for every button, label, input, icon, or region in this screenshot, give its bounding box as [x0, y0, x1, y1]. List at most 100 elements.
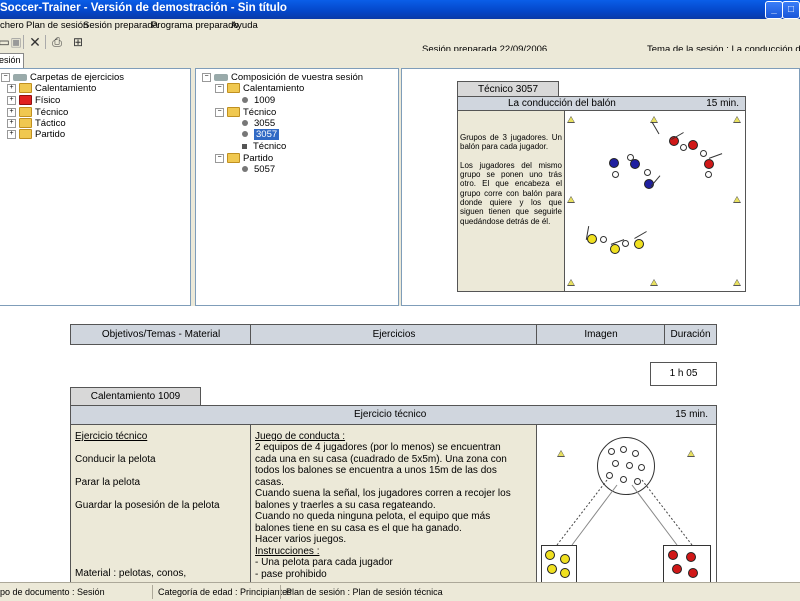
col-header-image[interactable]: Imagen — [536, 324, 666, 345]
preview-card-title: La conducción del balón — [508, 98, 616, 109]
menu-sesion-preparada[interactable]: Sesión preparada — [83, 20, 158, 31]
cone-icon — [733, 116, 741, 123]
status-age-category: Categoría de edad : Principiantes — [158, 587, 292, 597]
ball-icon — [680, 144, 687, 151]
folder-icon — [19, 107, 32, 118]
status-separator — [152, 585, 153, 599]
player-stick — [708, 153, 723, 159]
properties-icon[interactable]: ⊞ — [70, 34, 86, 50]
col-header-exercises[interactable]: Ejercicios — [250, 324, 538, 345]
rules-line: todos los balones se encuentra a unos 15… — [255, 465, 497, 476]
ball-icon — [612, 171, 619, 178]
rules-line: cada una en su casa (cuadrado de 5x5m). … — [255, 454, 507, 465]
instructions-title: Instrucciones : — [255, 546, 320, 557]
tree-exercise-3055[interactable]: 3055 — [242, 118, 275, 129]
preview-card-duration: 15 min. — [706, 98, 739, 109]
ball-icon — [644, 169, 651, 176]
preview-description-text: Grupos de 3 jugadores. Un balón para cad… — [460, 133, 562, 226]
yellow-player — [634, 239, 644, 249]
expand-icon[interactable]: + — [7, 95, 16, 105]
status-separator — [280, 585, 281, 599]
col-header-objectives[interactable]: Objetivos/Temas - Material — [70, 324, 252, 345]
col-header-duration[interactable]: Duración — [664, 324, 717, 345]
tree-item-tecnico[interactable]: + Técnico — [7, 107, 68, 118]
folder-icon — [19, 83, 32, 94]
toolbar-separator — [45, 35, 46, 49]
tree-group-tecnico[interactable]: − Técnico — [215, 107, 276, 118]
folder-icon — [19, 95, 32, 106]
folder-icon — [19, 118, 32, 129]
session-composition-panel: − Composición de vuestra sesión − Calentam… — [195, 68, 399, 306]
save-icon[interactable]: ▣ — [8, 34, 24, 50]
menu-ayuda[interactable]: Ayuda — [231, 20, 258, 31]
expand-icon[interactable]: + — [7, 118, 16, 128]
tree-root-composition[interactable]: − Composición de vuestra sesión — [202, 72, 363, 83]
menu-bar: chero Plan de sesión Sesión preparada Pr… — [0, 19, 800, 33]
cone-icon — [733, 279, 741, 286]
tree-group-partido[interactable]: − Partido — [215, 153, 273, 164]
status-plan: Plan de sesión : Plan de sesión técnica — [286, 587, 443, 597]
rules-line: Cuando no queda ninguna pelota, el equip… — [255, 511, 491, 522]
tree-note-tecnico[interactable]: Técnico — [242, 141, 286, 152]
menu-programa-preparado[interactable]: Programa preparado — [151, 20, 239, 31]
ball-icon — [700, 150, 707, 157]
menu-plan-de-sesion[interactable]: Plan de sesión — [26, 20, 88, 31]
objective-item: Guardar la posesión de la pelota — [75, 500, 220, 511]
tree-item-calentamiento[interactable]: + Calentamiento — [7, 83, 96, 94]
player-stick — [651, 121, 660, 135]
ball-icon — [627, 154, 634, 161]
exercise-card-title: Ejercicio técnico — [354, 409, 427, 420]
title-bar: Soccer-Trainer - Versión de demostración… — [0, 0, 800, 19]
tree-root-folders[interactable]: − Carpetas de ejercicios — [1, 72, 124, 83]
ball-icon — [705, 171, 712, 178]
rules-line: casas. — [255, 477, 284, 488]
ball-icon — [600, 236, 607, 243]
window-title: Soccer-Trainer - Versión de demostración… — [0, 2, 287, 14]
tree-group-calentamiento[interactable]: − Calentamiento — [215, 83, 304, 94]
expand-icon[interactable]: + — [7, 129, 16, 139]
exercise-dot-icon — [242, 166, 248, 173]
maximize-button[interactable]: □ — [782, 1, 800, 19]
collapse-icon[interactable]: − — [215, 153, 224, 163]
toolbar-separator — [23, 35, 24, 49]
exercise-card-tab[interactable]: Calentamiento 1009 — [70, 387, 201, 407]
blue-player — [609, 158, 619, 168]
tree-exercise-5057[interactable]: 5057 — [242, 164, 275, 175]
exercise-dot-icon — [242, 131, 248, 138]
cone-icon — [567, 116, 575, 123]
print-icon[interactable]: ⎙ — [49, 34, 65, 50]
yellow-player — [610, 244, 620, 254]
cone-icon — [567, 279, 575, 286]
exercise-folders-panel: − Carpetas de ejercicios + Calentamiento +… — [0, 68, 191, 306]
cone-icon — [733, 196, 741, 203]
menu-fichero[interactable]: chero — [0, 20, 24, 31]
tree-item-tactico[interactable]: + Táctico — [7, 118, 66, 129]
cone-icon — [567, 196, 575, 203]
instruction-item: - Una pelota para cada jugador — [255, 557, 393, 568]
collapse-icon[interactable]: − — [215, 107, 224, 117]
delete-icon[interactable]: ✕ — [27, 34, 43, 50]
tree-item-fisico[interactable]: + Físico — [7, 95, 60, 106]
collapse-icon[interactable]: − — [202, 72, 211, 82]
collapse-icon[interactable]: − — [1, 72, 10, 82]
note-square-icon — [242, 143, 247, 149]
rules-line: balones y traerles a su casa regateando. — [255, 500, 436, 511]
folder-icon — [227, 83, 240, 94]
minimize-button[interactable]: _ — [765, 1, 783, 19]
expand-icon[interactable]: + — [7, 107, 16, 117]
rules-line: Cuando suena la señal, los jugadores cor… — [255, 488, 511, 499]
tab-sesion[interactable]: esión — [0, 53, 24, 68]
player-stick — [634, 231, 647, 239]
exercise-dot-icon — [242, 97, 248, 104]
tree-item-partido[interactable]: + Partido — [7, 129, 65, 140]
status-bar: po de documento : Sesión Categoría de ed… — [0, 582, 800, 601]
collapse-icon[interactable]: − — [215, 83, 224, 93]
expand-icon[interactable]: + — [7, 83, 16, 93]
rules-line: balones tiene en su casa es el que ha ga… — [255, 523, 462, 534]
folder-icon — [19, 129, 32, 140]
tab-row: esión — [0, 51, 800, 68]
tree-exercise-3057[interactable]: 3057 — [242, 129, 280, 140]
tree-exercise-1009[interactable]: 1009 — [242, 95, 275, 106]
books-icon — [214, 73, 228, 81]
total-duration: 1 h 05 — [650, 362, 717, 386]
